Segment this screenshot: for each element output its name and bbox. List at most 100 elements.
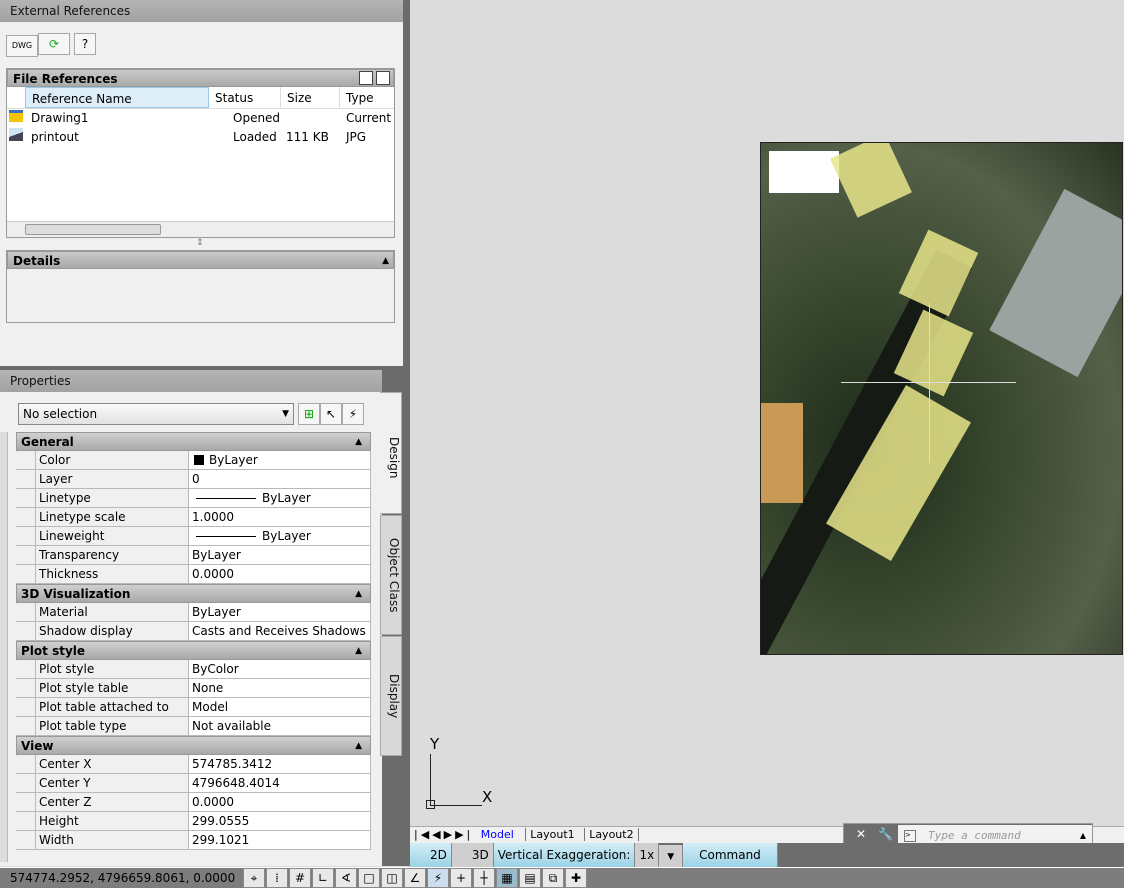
dynamic-input-icon[interactable]: +: [450, 868, 472, 888]
collapse-icon[interactable]: ▲: [382, 252, 389, 270]
property-value[interactable]: 0: [189, 470, 371, 488]
scrollbar-thumb[interactable]: [25, 224, 161, 235]
close-icon[interactable]: ✕: [856, 827, 866, 841]
property-value[interactable]: Casts and Receives Shadows: [189, 622, 371, 640]
exaggeration-value[interactable]: 1x: [635, 843, 660, 867]
list-view-icon[interactable]: [359, 71, 373, 85]
command-prompt-icon[interactable]: >: [904, 830, 916, 842]
dynamic-ucs-icon[interactable]: ⚡: [427, 868, 449, 888]
help-button[interactable]: ?: [74, 33, 96, 55]
refresh-button[interactable]: ⟳: [38, 33, 70, 55]
property-value[interactable]: ByLayer: [189, 527, 371, 545]
property-row[interactable]: Shadow display Casts and Receives Shadows: [16, 622, 371, 641]
infer-constraints-icon[interactable]: ⌖: [243, 868, 265, 888]
property-value[interactable]: ByLayer: [189, 546, 371, 564]
property-value[interactable]: None: [189, 679, 371, 697]
command-history-icon[interactable]: ▲: [1080, 831, 1086, 840]
select-objects-icon[interactable]: ↖: [320, 403, 342, 425]
property-value[interactable]: ByLayer: [189, 489, 371, 507]
details-header[interactable]: Details ▲: [7, 251, 394, 269]
osnap-icon[interactable]: □: [358, 868, 380, 888]
horizontal-scrollbar[interactable]: [7, 221, 394, 237]
property-row[interactable]: Plot style ByColor: [16, 660, 371, 679]
chevron-down-icon[interactable]: ▼: [659, 845, 684, 869]
3d-osnap-icon[interactable]: ◫: [381, 868, 403, 888]
property-row[interactable]: Linetype ByLayer: [16, 489, 371, 508]
property-value[interactable]: 574785.3412: [189, 755, 371, 773]
collapse-icon[interactable]: ▲: [355, 585, 362, 603]
section-3d-visualization[interactable]: 3D Visualization ▲: [16, 584, 371, 603]
selection-dropdown[interactable]: No selection ▼: [18, 403, 294, 425]
wrench-icon[interactable]: 🔧: [878, 827, 893, 841]
polar-icon[interactable]: ∢: [335, 868, 357, 888]
property-value[interactable]: ByColor: [189, 660, 371, 678]
section-title: General: [21, 435, 74, 449]
tab-layout2[interactable]: Layout2: [584, 828, 639, 841]
property-row[interactable]: Linetype scale 1.0000: [16, 508, 371, 527]
otrack-icon[interactable]: ∠: [404, 868, 426, 888]
3d-button[interactable]: 3D: [451, 843, 494, 867]
tab-object-class[interactable]: Object Class: [380, 515, 402, 635]
transparency-icon[interactable]: ▦: [496, 868, 518, 888]
col-reference-name[interactable]: Reference Name: [25, 87, 209, 108]
property-row[interactable]: Thickness 0.0000: [16, 565, 371, 584]
tree-view-icon[interactable]: [376, 71, 390, 85]
tab-model[interactable]: Model: [481, 828, 514, 841]
section-general[interactable]: General ▲: [16, 432, 371, 451]
property-row[interactable]: Width 299.1021: [16, 831, 371, 850]
property-value[interactable]: ByLayer: [189, 451, 371, 469]
property-row[interactable]: Center Z 0.0000: [16, 793, 371, 812]
quick-properties-icon[interactable]: ▤: [519, 868, 541, 888]
property-value[interactable]: Not available: [189, 717, 371, 735]
table-row[interactable]: printout Loaded 111 KB JPG: [7, 128, 394, 147]
col-size[interactable]: Size: [281, 87, 340, 108]
col-type[interactable]: Type: [340, 87, 390, 108]
property-row[interactable]: Plot style table None: [16, 679, 371, 698]
property-row[interactable]: Material ByLayer: [16, 603, 371, 622]
ref-name: Drawing1: [31, 111, 89, 125]
tab-design[interactable]: Design: [380, 392, 402, 514]
property-value[interactable]: Model: [189, 698, 371, 716]
toggle-pickadd-icon[interactable]: ⚡: [342, 403, 364, 425]
collapse-icon[interactable]: ▲: [355, 737, 362, 755]
collapse-icon[interactable]: ▲: [355, 433, 362, 451]
grid-icon[interactable]: #: [289, 868, 311, 888]
tab-navigation-arrows[interactable]: |◀◀▶▶|: [414, 828, 473, 841]
section-view[interactable]: View ▲: [16, 736, 371, 755]
attach-dwg-button[interactable]: DWG: [6, 35, 38, 57]
property-row[interactable]: Layer 0: [16, 470, 371, 489]
tab-display[interactable]: Display: [380, 636, 402, 756]
property-value[interactable]: 0.0000: [189, 565, 371, 583]
property-row[interactable]: Lineweight ByLayer: [16, 527, 371, 546]
property-row[interactable]: Height 299.0555: [16, 812, 371, 831]
snap-icon[interactable]: ⁞: [266, 868, 288, 888]
2d-button[interactable]: 2D: [410, 843, 452, 867]
property-row[interactable]: Transparency ByLayer: [16, 546, 371, 565]
property-value[interactable]: ByLayer: [189, 603, 371, 621]
annotation-monitor-icon[interactable]: ✚: [565, 868, 587, 888]
section-plot-style[interactable]: Plot style ▲: [16, 641, 371, 660]
property-value[interactable]: 299.0555: [189, 812, 371, 830]
collapse-icon[interactable]: ▲: [355, 642, 362, 660]
command-button[interactable]: Command: [683, 843, 778, 867]
lineweight-icon[interactable]: ┼: [473, 868, 495, 888]
property-row[interactable]: Center X 574785.3412: [16, 755, 371, 774]
property-row[interactable]: Color ByLayer: [16, 451, 371, 470]
property-row[interactable]: Plot table type Not available: [16, 717, 371, 736]
tab-layout1[interactable]: Layout1: [525, 828, 575, 841]
property-row[interactable]: Plot table attached to Model: [16, 698, 371, 717]
ortho-icon[interactable]: ∟: [312, 868, 334, 888]
col-status[interactable]: Status: [209, 87, 281, 108]
quick-select-icon[interactable]: ⊞: [298, 403, 320, 425]
vertical-scrollbar[interactable]: [0, 432, 8, 862]
property-value[interactable]: 0.0000: [189, 793, 371, 811]
value-text: 0: [192, 472, 200, 486]
property-label: Lineweight: [35, 527, 189, 545]
resize-grip-icon[interactable]: ⇕: [196, 238, 204, 248]
property-value[interactable]: 1.0000: [189, 508, 371, 526]
property-row[interactable]: Center Y 4796648.4014: [16, 774, 371, 793]
property-value[interactable]: 299.1021: [189, 831, 371, 849]
selection-cycling-icon[interactable]: ⧉: [542, 868, 564, 888]
table-row[interactable]: Drawing1 Opened Current: [7, 109, 394, 128]
property-value[interactable]: 4796648.4014: [189, 774, 371, 792]
